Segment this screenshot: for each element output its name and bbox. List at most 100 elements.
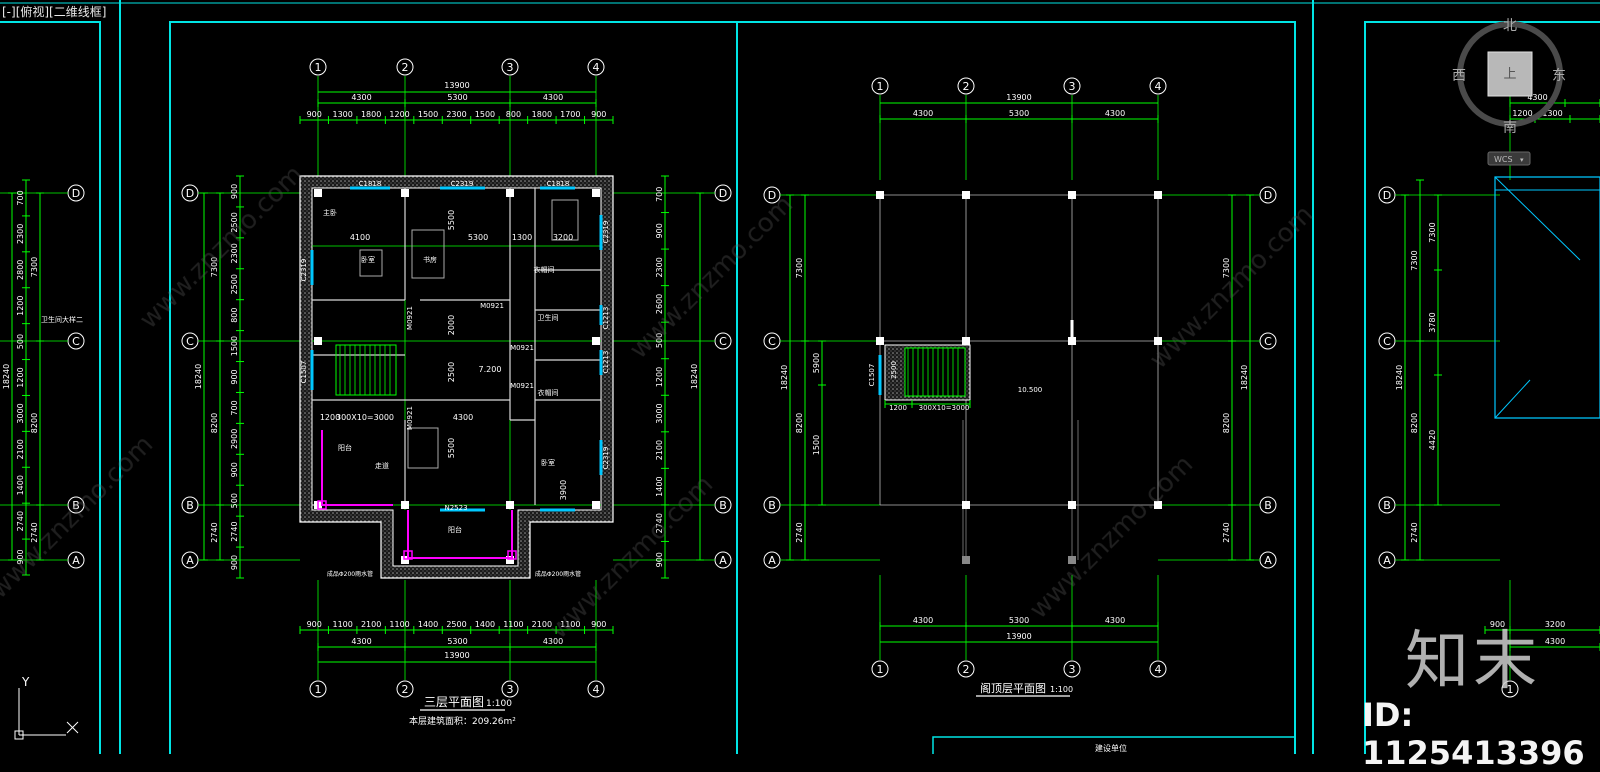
plan-middle-scale: 1:100: [1050, 685, 1073, 694]
plan-left-title: 三层平面图: [424, 695, 484, 709]
dim-text: 2100: [16, 439, 25, 459]
dim-text: 1400: [16, 475, 25, 495]
grid-label: 1: [315, 683, 322, 696]
svg-text:www.znzmo.com: www.znzmo.com: [1024, 450, 1199, 625]
viewport-label[interactable]: [-][俯视][二维线框]: [2, 3, 106, 20]
room-label: 卧室: [541, 458, 555, 467]
dim-text: 3780: [1428, 312, 1437, 332]
viewcube-south[interactable]: 南: [1503, 120, 1517, 136]
watermark-logo: 知末: [1405, 625, 1541, 699]
dim-text: 4300: [1105, 109, 1125, 118]
door-tag: M0921: [510, 344, 534, 352]
viewcube-west[interactable]: 西: [1452, 68, 1466, 84]
dim-text: 2740: [16, 511, 25, 531]
viewcube-face-label: 上: [1503, 67, 1516, 82]
grid-label: 1: [877, 663, 884, 676]
dim-text: 1500: [230, 336, 239, 356]
room-label: 书房: [423, 255, 437, 264]
svg-text:www.znzmo.com: www.znzmo.com: [134, 160, 309, 335]
window-tag: C1818: [359, 180, 382, 188]
window-tag: C1507: [300, 361, 308, 384]
watermark-id: ID: 1125413396: [1362, 696, 1585, 772]
inner-dim: 300X10=3000: [336, 413, 394, 422]
plan-roof-level: 1 1 2 2 3 3 4 4 13900 4300 5300 4300 4300 5300 4300 139…: [763, 77, 1277, 678]
inner-dim: 5300: [468, 233, 488, 242]
level-mark: 10.500: [1018, 386, 1043, 394]
dim-text: 1100: [333, 620, 353, 629]
grid-label: 4: [1155, 663, 1162, 676]
grid-label: 2: [963, 80, 970, 93]
dim-text: 1400: [475, 620, 495, 629]
column: [401, 501, 409, 509]
dim-text: 900: [230, 462, 239, 477]
column: [876, 337, 884, 345]
grid-label: B: [719, 499, 727, 512]
plan-third-floor: 1 1 2 2 3 3 4 4 13900 4300 5300 4300 900 1300 1800 1200…: [181, 58, 732, 698]
dim-text: 1200: [655, 367, 664, 387]
inner-dim: 300X10=3000: [919, 404, 970, 412]
dim-text: 2740: [210, 522, 219, 542]
dim-text: 18240: [1240, 365, 1249, 390]
dim-text: 900: [307, 110, 322, 119]
viewcube-east[interactable]: 东: [1552, 68, 1566, 84]
room-label: 主卧: [323, 208, 337, 217]
note-text: 卫生间大样二: [41, 315, 83, 324]
column: [506, 189, 514, 197]
dim-text: 1200: [16, 367, 25, 387]
wcs-label: WCS: [1494, 155, 1513, 164]
grid-label: 2: [963, 663, 970, 676]
window-tag: C1213: [602, 307, 610, 330]
room-label: 卧室: [361, 255, 375, 264]
grid-label: B: [1264, 499, 1272, 512]
column: [1068, 191, 1076, 199]
grid-label: D: [186, 187, 194, 200]
grid-label: 4: [1155, 80, 1162, 93]
dim-text: 1800: [361, 110, 381, 119]
dim-text: 900: [230, 369, 239, 384]
grid-label: B: [186, 499, 194, 512]
inner-dim: 4100: [350, 233, 370, 242]
dim-text: 1100: [389, 620, 409, 629]
inner-dim: 2500: [447, 362, 456, 382]
dim-text: 1300: [333, 110, 353, 119]
dim-text: 900: [655, 552, 664, 567]
svg-text:www.znzmo.com: www.znzmo.com: [1144, 200, 1319, 375]
column: [592, 337, 600, 345]
room-label: 阳台: [448, 525, 462, 534]
dim-text: 2740: [1222, 522, 1231, 542]
inner-dim: 2500: [890, 361, 898, 379]
dim-text: 1400: [418, 620, 438, 629]
viewcube[interactable]: 上 北 南 西 东 WCS ▾: [1450, 10, 1590, 170]
column: [962, 191, 970, 199]
room-label: 阳台: [338, 443, 352, 452]
dim-text: 2500: [230, 274, 239, 294]
dim-text: 800: [230, 308, 239, 323]
dim-text: 2900: [230, 429, 239, 449]
dim-text: 1200: [389, 110, 409, 119]
dim-text: 4300: [1105, 616, 1125, 625]
dim-text: 5300: [1009, 109, 1029, 118]
viewcube-north[interactable]: 北: [1503, 18, 1517, 34]
inner-dim: 2000: [447, 315, 456, 335]
grid-label: D: [72, 187, 80, 200]
window-tag: N2523: [444, 504, 467, 512]
grid-label: 4: [593, 61, 600, 74]
dim-text: 1100: [503, 620, 523, 629]
column: [1068, 501, 1076, 509]
dim-text: 8200: [1410, 413, 1419, 433]
dim-text: 4300: [1545, 637, 1565, 646]
roof-outline: [1494, 176, 1600, 419]
cad-drawing-canvas[interactable]: 建设单位 11223344139004300 5300 4300900 1300 180…: [0, 0, 1600, 754]
grid-label: C: [186, 335, 194, 348]
grid-label: D: [719, 187, 727, 200]
grid-label: 2: [402, 683, 409, 696]
dim-text: 1500: [812, 435, 821, 455]
dim-text: 4300: [913, 109, 933, 118]
column: [314, 189, 322, 197]
column: [962, 556, 970, 564]
dim-text: 5900: [812, 353, 821, 373]
dim-text: 2500: [446, 620, 466, 629]
inner-dim: 1200: [889, 404, 907, 412]
grid-label: 2: [402, 61, 409, 74]
grid-label: 3: [507, 61, 514, 74]
